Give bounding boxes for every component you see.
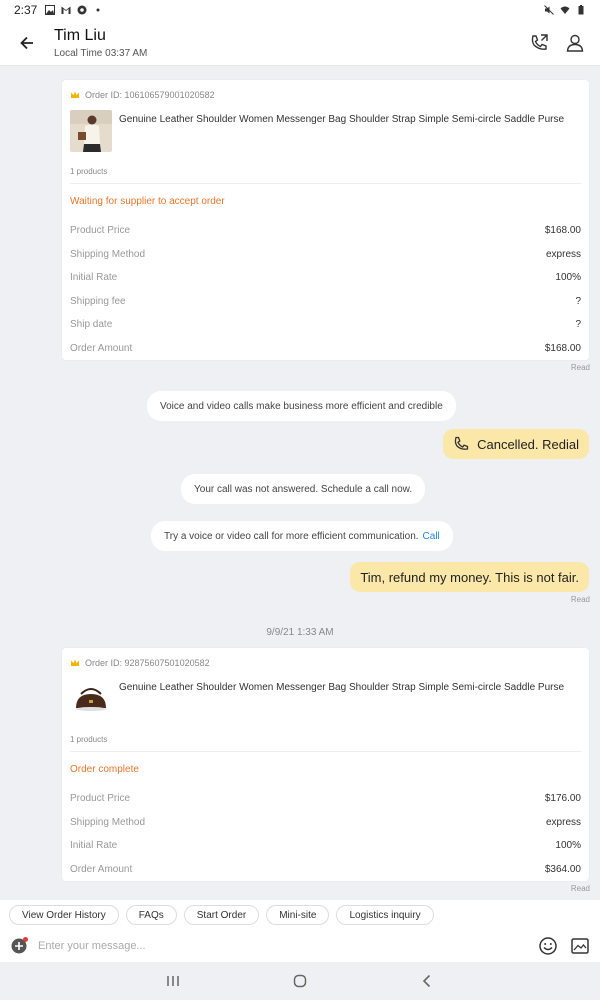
order-id: Order ID: 92875607501020582 — [85, 658, 210, 668]
profile-button[interactable] — [564, 32, 586, 54]
product-title[interactable]: Genuine Leather Shoulder Women Messenger… — [119, 681, 564, 728]
quick-reply-logistics-inquiry[interactable]: Logistics inquiry — [336, 905, 434, 925]
date-separator: 9/9/21 1:33 AM — [266, 627, 334, 638]
emoji-icon[interactable] — [538, 936, 558, 956]
detail-row: Order Amount $364.00 — [70, 863, 581, 875]
quick-reply-start-order[interactable]: Start Order — [183, 905, 260, 925]
product-count: 1 products — [70, 160, 581, 184]
status-bar: 2:37 — [0, 0, 600, 20]
recent-apps-button[interactable] — [158, 966, 188, 996]
user-icon — [566, 34, 584, 52]
message-bubble[interactable]: Tim, refund my money. This is not fair. — [350, 562, 589, 592]
detail-row: Order Amount $168.00 — [70, 342, 581, 354]
product-thumbnail[interactable] — [70, 110, 112, 152]
chrome-icon — [77, 5, 87, 15]
home-button[interactable] — [285, 966, 315, 996]
order-status: Waiting for supplier to accept order — [70, 196, 225, 207]
quick-reply-view-order-history[interactable]: View Order History — [9, 905, 119, 925]
detail-row: Initial Rate 100% — [70, 272, 581, 284]
order-id: Order ID: 106106579001020582 — [85, 90, 215, 100]
bubble-text: Cancelled. Redial — [477, 436, 579, 452]
product-title[interactable]: Genuine Leather Shoulder Women Messenger… — [119, 113, 564, 160]
quick-replies: View Order History FAQs Start Order Mini… — [0, 900, 600, 930]
detail-row: Shipping Method express — [70, 816, 581, 828]
system-nav-bar — [0, 962, 600, 1000]
message-input-bar — [0, 930, 600, 962]
notification-dot — [23, 937, 28, 942]
back-button[interactable] — [0, 20, 54, 66]
call-cancelled-bubble[interactable]: Cancelled. Redial — [443, 429, 589, 459]
read-receipt: Read — [570, 595, 590, 604]
system-message: Voice and video calls make business more… — [147, 391, 456, 421]
order-status: Order complete — [70, 764, 139, 775]
system-message[interactable]: Your call was not answered. Schedule a c… — [181, 474, 426, 504]
recents-icon — [167, 976, 180, 986]
detail-row: Shipping fee? — [70, 295, 581, 307]
system-back-button[interactable] — [412, 966, 442, 996]
order-card[interactable]: Order ID: 92875607501020582 Genuine Leat… — [62, 648, 589, 881]
battery-icon — [578, 5, 584, 15]
phone-icon — [454, 436, 469, 450]
add-attachment-button[interactable] — [0, 930, 38, 962]
dot-icon — [96, 8, 100, 12]
read-receipt: Read — [570, 363, 590, 372]
message-input[interactable] — [38, 932, 538, 960]
detail-row: Product Price $176.00 — [70, 793, 581, 805]
call-button[interactable] — [528, 32, 550, 54]
read-receipt: Read — [570, 884, 590, 893]
system-message: Try a voice or video call for more effic… — [151, 521, 453, 551]
chat-header: Tim Liu Local Time 03:37 AM — [0, 20, 600, 66]
call-link[interactable]: Call — [423, 531, 440, 542]
local-time: Local Time 03:37 AM — [54, 47, 148, 59]
detail-row: Shipping Method express — [70, 248, 581, 260]
mute-icon — [544, 5, 554, 15]
crown-icon — [71, 659, 79, 666]
home-icon — [293, 974, 307, 988]
quick-reply-faqs[interactable]: FAQs — [125, 905, 177, 925]
product-count: 1 products — [70, 728, 581, 752]
phone-call-icon — [531, 33, 548, 50]
chevron-left-icon — [422, 974, 430, 988]
product-thumbnail[interactable] — [70, 678, 112, 720]
gallery-icon — [45, 5, 56, 15]
chat-area[interactable]: Order ID: 106106579001020582 Genuine Lea… — [0, 66, 600, 900]
wifi-icon — [560, 6, 570, 14]
detail-row: Ship date? — [70, 319, 581, 331]
image-icon[interactable] — [570, 936, 590, 956]
detail-row: Product Price $168.00 — [70, 225, 581, 237]
gmail-icon — [61, 6, 71, 14]
quick-reply-mini-site[interactable]: Mini-site — [266, 905, 330, 925]
order-card[interactable]: Order ID: 106106579001020582 Genuine Lea… — [62, 80, 589, 360]
crown-icon — [71, 91, 79, 98]
status-time: 2:37 — [14, 3, 38, 17]
detail-row: Initial Rate 100% — [70, 840, 581, 852]
arrow-left-icon — [20, 36, 33, 49]
contact-name: Tim Liu — [54, 26, 106, 44]
